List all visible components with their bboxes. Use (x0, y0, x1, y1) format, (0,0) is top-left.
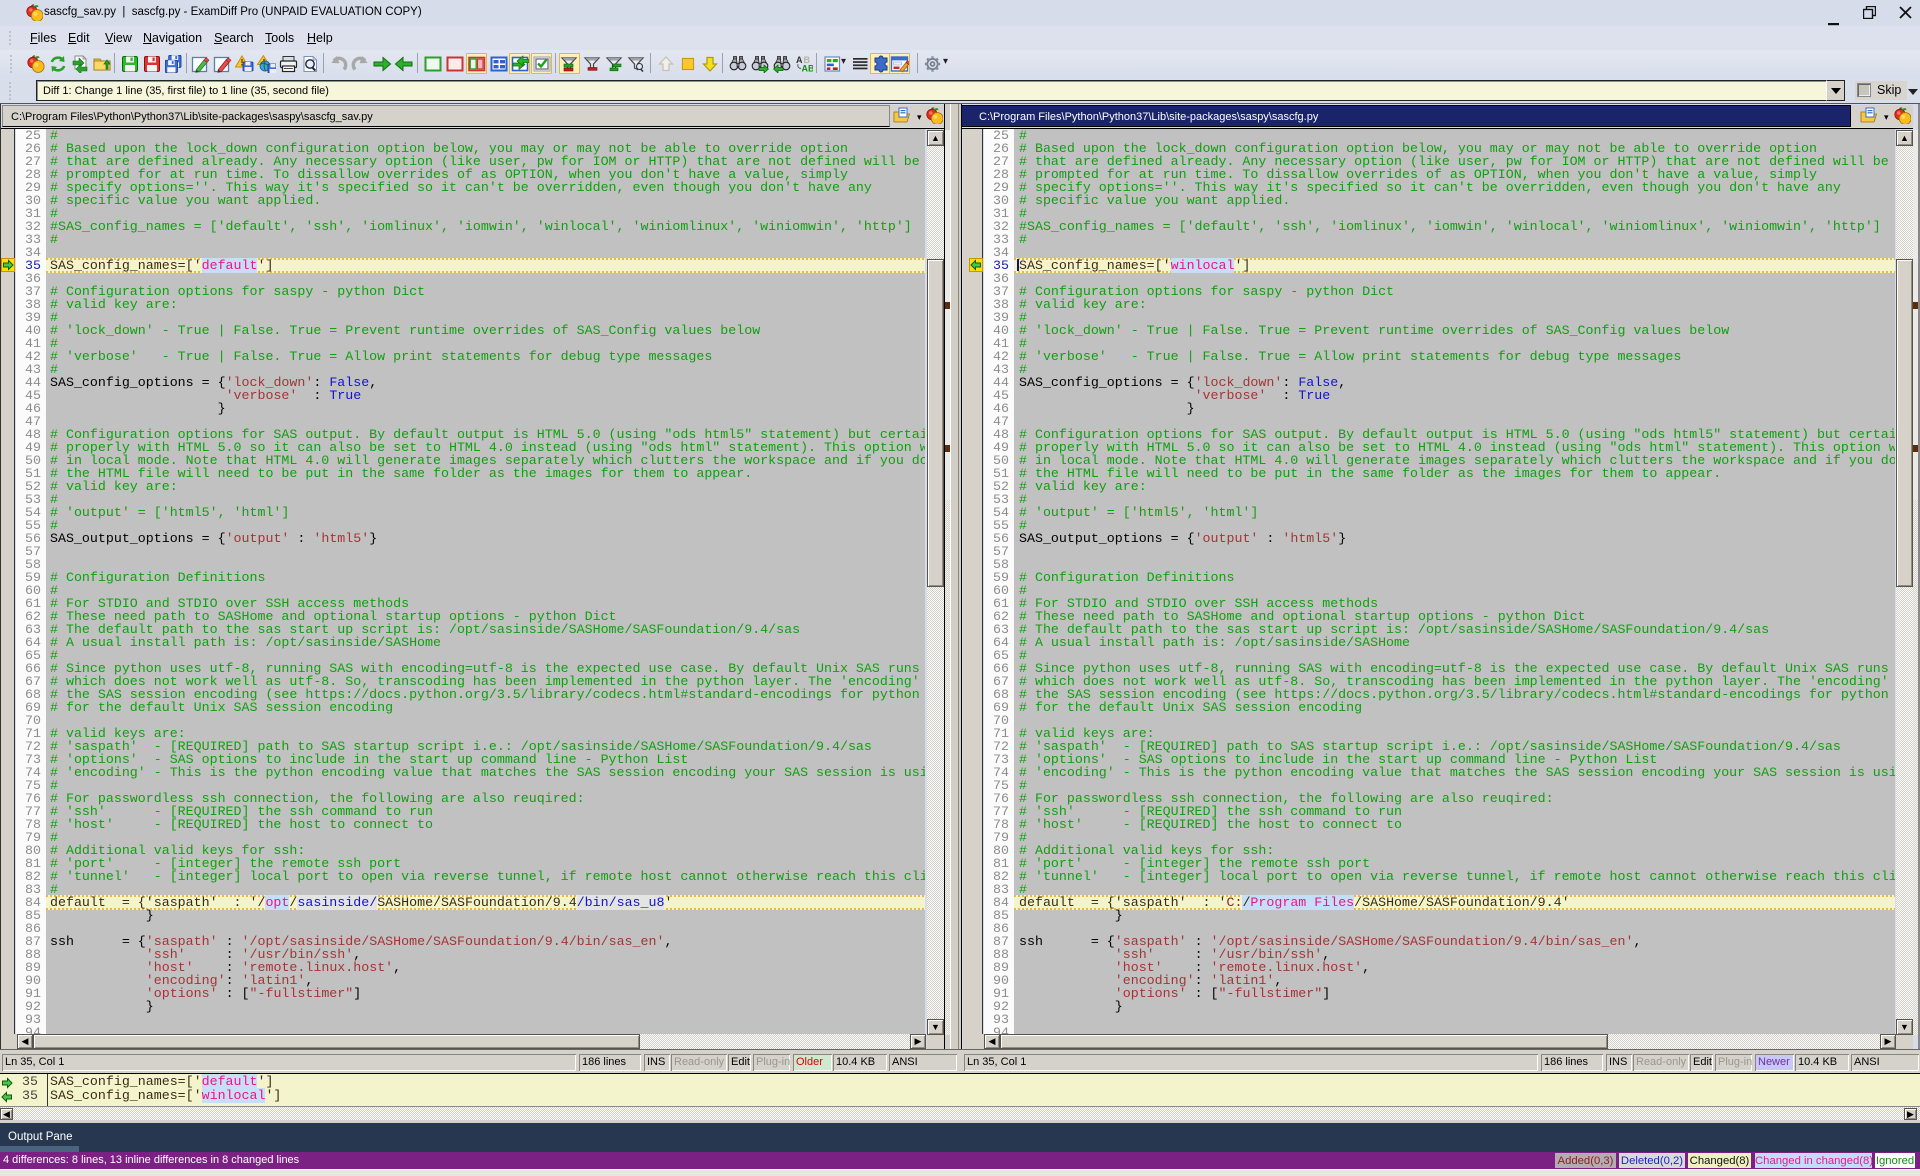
svg-text:AB: AB (801, 63, 813, 73)
